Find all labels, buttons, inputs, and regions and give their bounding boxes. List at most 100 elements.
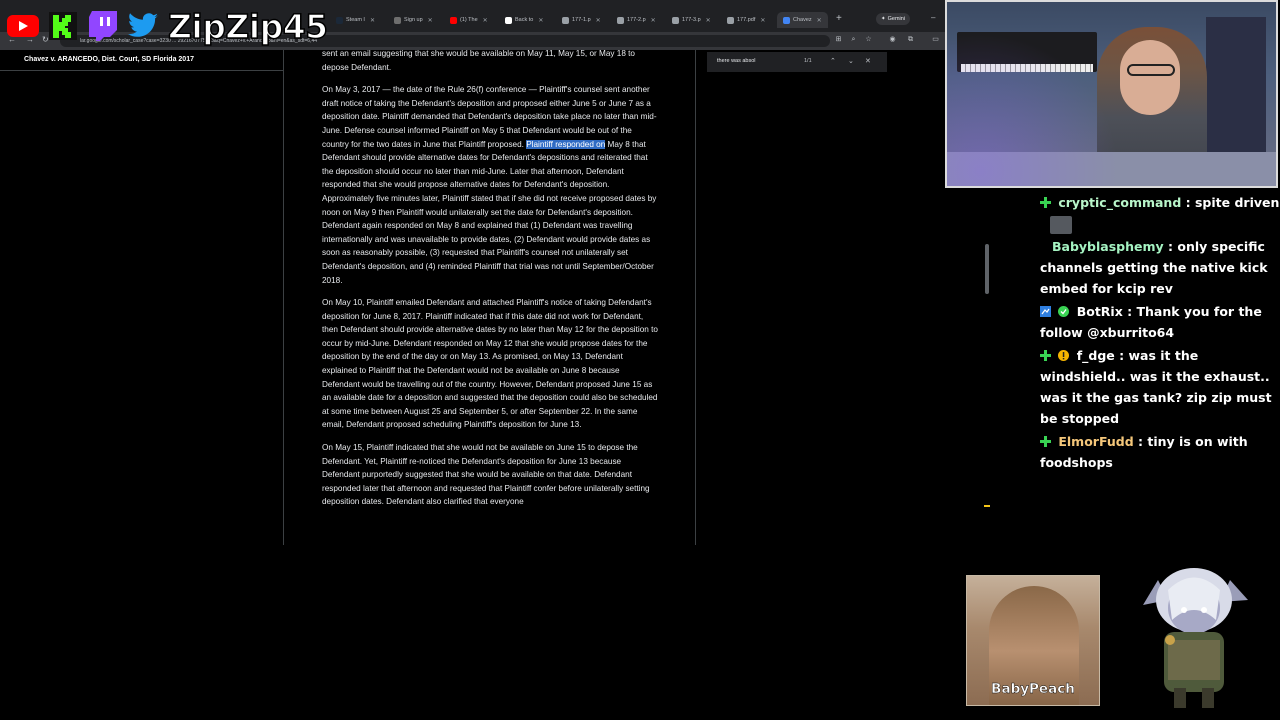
alert-badge-icon	[1058, 346, 1070, 361]
chat-username: Babyblasphemy	[1052, 239, 1164, 254]
globe-icon	[562, 16, 569, 24]
find-next-icon[interactable]: ⌄	[848, 57, 854, 65]
paragraph: On May 15, Plaintiff indicated that she …	[322, 441, 658, 509]
chat-message: ElmorFudd : tiny is on with foodshops	[1040, 432, 1248, 470]
tab-label: 177-2.p	[627, 17, 646, 23]
profile-icon[interactable]: ◉	[888, 35, 897, 44]
tab-sign-up[interactable]: Sign up ✕	[394, 13, 433, 27]
close-icon[interactable]: ✕	[865, 57, 871, 65]
paragraph: On May 10, Plaintiff emailed Defendant a…	[322, 296, 658, 432]
emote-icon	[1050, 215, 1072, 234]
close-icon[interactable]: ✕	[483, 17, 488, 24]
scrollbar[interactable]	[985, 244, 989, 294]
guest-camera: BabyPeach	[966, 575, 1100, 706]
tab-label: 177-3.p	[682, 17, 701, 23]
close-icon[interactable]: ✕	[428, 17, 433, 24]
plus-badge-icon	[1040, 193, 1051, 208]
tab-label: Back to	[515, 17, 534, 23]
case-text: sent an email suggesting that she would …	[322, 47, 658, 545]
tab-label: Sign up	[404, 17, 423, 23]
globe-icon	[727, 16, 734, 24]
tab-chavez[interactable]: Chavez ✕	[777, 12, 828, 28]
youtube-icon	[6, 9, 40, 43]
tab-label: (1) The	[460, 17, 478, 23]
sparkle-icon: ✦	[881, 16, 886, 22]
chat-message: BotRix : Thank you for the follow @xburr…	[1040, 302, 1262, 340]
close-icon[interactable]: ✕	[538, 17, 543, 24]
social-bar: ZipZip45	[6, 6, 329, 47]
close-icon[interactable]: ✕	[706, 17, 711, 24]
case-title: Chavez v. ARANCEDO, Dist. Court, SD Flor…	[24, 56, 194, 63]
tab-pdf-4[interactable]: 177.pdf ✕	[727, 13, 765, 27]
steam-icon	[336, 16, 343, 24]
gemini-button[interactable]: ✦ Gemini	[876, 13, 911, 25]
tab-pdf-2[interactable]: 177-2.p ✕	[617, 13, 656, 27]
tab-steam[interactable]: Steam I ✕	[336, 13, 375, 27]
chat-message: Babyblasphemy : only specific channels g…	[1040, 239, 1268, 296]
guest-name: BabyPeach	[991, 681, 1075, 697]
chat-text: Thank you for the follow @xburrito64	[1040, 304, 1262, 340]
close-icon[interactable]: ✕	[596, 17, 601, 24]
globe-icon	[672, 16, 679, 24]
tab-back-to[interactable]: Back to ✕	[505, 13, 543, 27]
tab-pdf-3[interactable]: 177-3.p ✕	[672, 13, 711, 27]
paragraph: sent an email suggesting that she would …	[322, 47, 658, 74]
paragraph-text: sent an email suggesting that she would …	[322, 49, 635, 72]
elf-avatar-icon	[1138, 560, 1250, 710]
streamer-handle: ZipZip45	[167, 6, 329, 47]
extensions-icon[interactable]: ⧉	[906, 35, 915, 44]
paragraph-text: On May 15, Plaintiff indicated that she …	[322, 443, 650, 507]
close-icon[interactable]: ✕	[760, 17, 765, 24]
minimize-icon[interactable]: –	[931, 13, 935, 22]
gemini-label: Gemini	[887, 16, 906, 22]
verified-badge-icon	[1058, 302, 1070, 317]
ambient-light	[947, 2, 1276, 186]
tab-label: Chavez	[793, 17, 812, 23]
paragraph-text: On May 10, Plaintiff emailed Defendant a…	[322, 298, 658, 430]
tab-youtube[interactable]: (1) The ✕	[450, 13, 488, 27]
chat-overlay: cryptic_command : spite driven Babyblasp…	[1040, 192, 1280, 522]
browser-window: Steam I ✕ Sign up ✕ (1) The ✕ Back to ✕ 177-…	[0, 0, 945, 545]
paragraph: On May 3, 2017 — the date of the Rule 26…	[322, 83, 658, 287]
scholar-icon	[783, 16, 790, 24]
bot-badge-icon	[1040, 302, 1051, 317]
chat-username: cryptic_command	[1058, 195, 1182, 210]
stream-layout: Steam I ✕ Sign up ✕ (1) The ✕ Back to ✕ 177-…	[0, 0, 1280, 720]
chat-text: spite driven	[1194, 195, 1280, 210]
find-count: 1/1	[804, 58, 812, 64]
chat-username: f_dge	[1076, 348, 1115, 363]
chat-username: BotRix	[1076, 304, 1123, 319]
chat-message: cryptic_command : spite driven	[1040, 192, 1280, 234]
column-divider	[695, 50, 696, 545]
chat-username: ElmorFudd	[1058, 434, 1134, 449]
zoom-icon[interactable]: ⌕	[849, 35, 858, 44]
sidepanel-icon[interactable]: ▭	[931, 35, 940, 44]
page-icon	[394, 16, 401, 24]
left-divider	[0, 70, 283, 71]
new-tab-button[interactable]: +	[836, 13, 842, 24]
find-bar: there was absol 1/1 ⌃ ⌄ ✕	[707, 52, 887, 72]
close-icon[interactable]: ✕	[817, 17, 822, 24]
page-icon	[505, 16, 512, 24]
close-icon[interactable]: ✕	[370, 17, 375, 24]
translate-icon[interactable]: ⊞	[834, 35, 843, 44]
tab-label: Steam I	[346, 17, 365, 23]
find-highlight: Plaintiff responded on	[526, 139, 606, 149]
plus-badge-icon	[1040, 432, 1051, 447]
twitter-icon	[126, 9, 160, 43]
find-input[interactable]: there was absol	[717, 58, 756, 64]
bookmark-star-icon[interactable]: ☆	[864, 35, 873, 44]
column-divider	[283, 50, 284, 545]
twitch-icon	[86, 9, 120, 43]
globe-icon	[617, 16, 624, 24]
chat-text: was it the windshield.. was it the exhau…	[1040, 348, 1272, 426]
plus-badge-icon	[1040, 346, 1051, 361]
chat-message: f_dge : was it the windshield.. was it t…	[1040, 346, 1272, 426]
paragraph-text: May 8 that Defendant should provide alte…	[322, 139, 657, 285]
find-previous-icon[interactable]: ⌃	[830, 57, 836, 65]
tab-pdf-1[interactable]: 177-1.p ✕	[562, 13, 601, 27]
tab-label: 177-1.p	[572, 17, 591, 23]
close-icon[interactable]: ✕	[651, 17, 656, 24]
kick-icon	[46, 9, 80, 43]
webcam-feed	[945, 0, 1278, 188]
